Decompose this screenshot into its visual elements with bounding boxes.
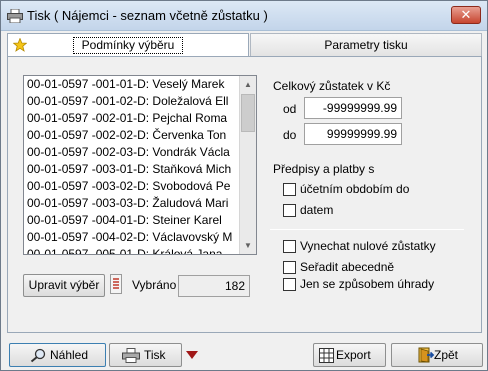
balance-to-label: do [283,128,297,142]
print-button[interactable]: Tisk [109,343,182,367]
back-label: Zpět [434,348,459,362]
list-item[interactable]: 00-01-0597 -005-01-D: Králová Jana [24,246,240,254]
dropdown-arrow-icon [186,351,198,359]
payment-method-label[interactable]: Jen se způsobem úhrady [300,277,434,291]
export-button[interactable]: Export [313,343,386,367]
magnifier-icon [30,348,46,363]
grip-icon[interactable] [110,274,122,294]
tab-print-parameters[interactable]: Parametry tisku [250,33,482,57]
sort-alpha-checkbox[interactable] [283,261,296,274]
spreadsheet-icon [319,348,334,363]
list-item[interactable]: 00-01-0597 -003-01-D: Staňková Mich [24,161,240,178]
print-label: Tisk [144,348,166,362]
scroll-down-icon[interactable]: ▼ [240,237,256,254]
list-item[interactable]: 00-01-0597 -002-02-D: Červenka Ton [24,127,240,144]
sort-alpha-label[interactable]: Seřadit abecedně [300,260,394,274]
list-item[interactable]: 00-01-0597 -004-01-D: Steiner Karel [24,212,240,229]
tab-selection-conditions[interactable]: Podmínky výběru [7,33,249,57]
tenant-list[interactable]: 00-01-0597 -001-01-D: Veselý Marek 00-01… [23,75,257,255]
edit-selection-button[interactable]: Upravit výběr [23,274,105,297]
skip-zero-label[interactable]: Vynechat nulové zůstatky [300,239,436,253]
tab-label: Podmínky výběru [72,37,184,54]
printer-icon [7,9,23,23]
accounting-period-label[interactable]: účetním obdobím do [300,182,409,196]
title-bar[interactable]: Tisk ( Nájemci - seznam včetně zůstatku … [1,1,487,31]
close-icon: ✕ [460,7,472,22]
balance-to-field[interactable]: 99999999.99 [304,123,402,145]
close-button[interactable]: ✕ [451,6,481,24]
skip-zero-checkbox[interactable] [283,240,296,253]
tab-bar: Podmínky výběru Parametry tisku [7,33,482,57]
selected-count-field: 182 [178,275,250,297]
list-item[interactable]: 00-01-0597 -003-02-D: Svobodová Pe [24,178,240,195]
edit-selection-label: Upravit výběr [28,278,100,292]
scroll-thumb[interactable] [241,94,255,132]
balance-from-label: od [283,102,297,116]
list-item[interactable]: 00-01-0597 -002-01-D: Pejchal Roma [24,110,240,127]
prescriptions-heading: Předpisy a platby s [273,162,375,176]
list-item[interactable]: 00-01-0597 -001-02-D: Doležalová Ell [24,93,240,110]
options-divider [270,229,464,230]
scroll-up-icon[interactable]: ▲ [240,76,256,93]
list-scrollbar[interactable]: ▲ ▼ [239,76,256,254]
accounting-period-checkbox[interactable] [283,183,296,196]
back-button[interactable]: Zpět [391,343,483,367]
list-item[interactable]: 00-01-0597 -003-03-D: Žaludová Mari [24,195,240,212]
selected-count-label: Vybráno [132,278,177,292]
printer-icon [122,348,140,363]
list-item[interactable]: 00-01-0597 -002-03-D: Vondrák Václa [24,144,240,161]
date-checkbox[interactable] [283,204,296,217]
date-label[interactable]: datem [300,203,333,217]
export-label: Export [336,348,371,362]
tenant-list-items: 00-01-0597 -001-01-D: Veselý Marek 00-01… [24,76,240,254]
preview-button[interactable]: Náhled [9,343,106,367]
list-item[interactable]: 00-01-0597 -004-02-D: Václavovský M [24,229,240,246]
print-dropdown[interactable] [185,348,199,362]
balance-heading: Celkový zůstatek v Kč [273,79,391,93]
window-title: Tisk ( Nájemci - seznam včetně zůstatku … [27,8,268,23]
star-icon [13,38,27,52]
list-item[interactable]: 00-01-0597 -001-01-D: Veselý Marek [24,76,240,93]
preview-label: Náhled [50,348,89,362]
print-dialog: Tisk ( Nájemci - seznam včetně zůstatku … [0,0,488,371]
balance-from-field[interactable]: -99999999.99 [304,97,402,119]
payment-method-checkbox[interactable] [283,278,296,291]
tab-label: Parametry tisku [324,38,408,52]
exit-door-icon [418,347,435,363]
selection-panel: 00-01-0597 -001-01-D: Veselý Marek 00-01… [7,56,482,333]
